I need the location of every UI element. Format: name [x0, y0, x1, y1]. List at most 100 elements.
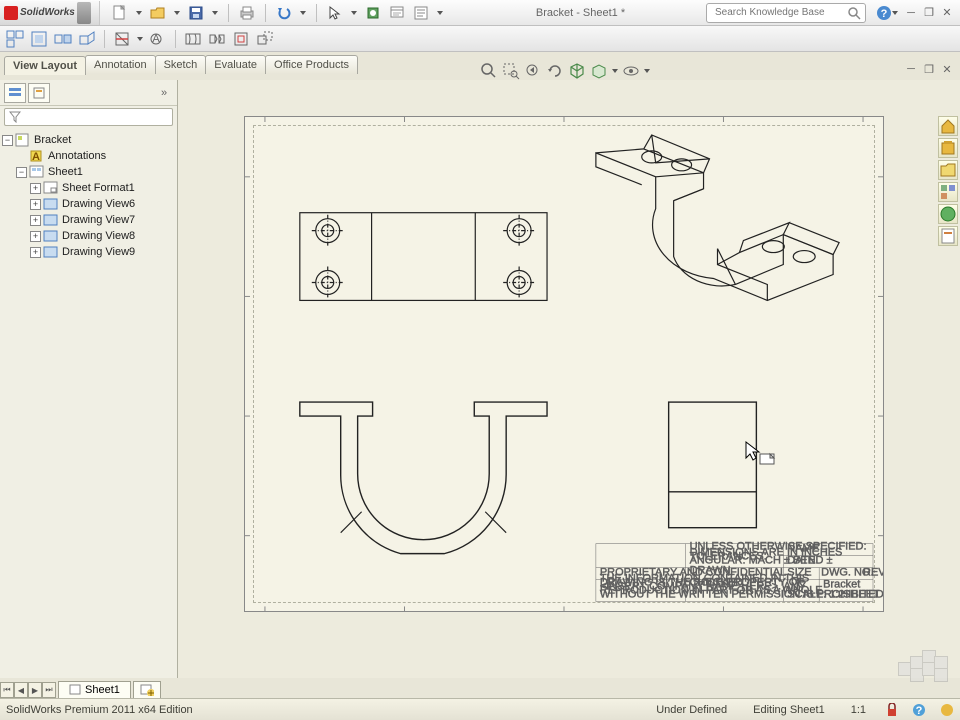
doc-close-button[interactable]: ✕: [940, 62, 954, 76]
app-name: SolidWorks: [20, 7, 75, 18]
break-icon[interactable]: [208, 30, 226, 48]
tree-view6[interactable]: + Drawing View6: [2, 196, 175, 212]
display-style-icon[interactable]: [590, 62, 608, 80]
tree-sheet-format[interactable]: + Sheet Format1: [2, 180, 175, 196]
doc-minimize-button[interactable]: ─: [904, 62, 918, 76]
app-menu-dropdown[interactable]: [77, 2, 91, 24]
tab-annotation[interactable]: Annotation: [85, 55, 156, 74]
file-explorer-tab[interactable]: [938, 160, 958, 180]
feature-tree: − Bracket A Annotations − Sheet1 + Sheet…: [0, 128, 177, 264]
rebuild-icon[interactable]: [365, 5, 381, 21]
property-tab[interactable]: [28, 83, 50, 103]
crop-view-icon[interactable]: [232, 30, 250, 48]
expand-icon[interactable]: −: [16, 167, 27, 178]
properties-icon[interactable]: [413, 5, 429, 21]
search-icon[interactable]: [847, 5, 861, 21]
tab-sketch[interactable]: Sketch: [155, 55, 207, 74]
expand-icon[interactable]: +: [30, 231, 41, 242]
drawing-view-icon: [43, 229, 59, 243]
tab-evaluate[interactable]: Evaluate: [205, 55, 266, 74]
standard-3view-icon[interactable]: [6, 30, 24, 48]
sheet-nav-prev[interactable]: ◀: [14, 682, 28, 698]
design-library-tab[interactable]: [938, 138, 958, 158]
resources-tab[interactable]: [938, 116, 958, 136]
status-lock-icon[interactable]: [886, 703, 898, 717]
status-bar: SolidWorks Premium 2011 x64 Edition Unde…: [0, 698, 960, 720]
tree-filter-box[interactable]: [4, 108, 173, 126]
zoom-area-icon[interactable]: [502, 62, 520, 80]
minimize-button[interactable]: ─: [904, 6, 918, 20]
print-icon[interactable]: [239, 5, 255, 21]
auxiliary-view-icon[interactable]: [78, 30, 96, 48]
tree-sheet1[interactable]: − Sheet1: [2, 164, 175, 180]
tab-office-products[interactable]: Office Products: [265, 55, 358, 74]
prev-view-icon[interactable]: [524, 62, 542, 80]
undo-dropdown[interactable]: [300, 5, 306, 21]
save-icon[interactable]: [188, 5, 204, 21]
new-icon[interactable]: [112, 5, 128, 21]
tree-root[interactable]: − Bracket: [2, 132, 175, 148]
3d-views-icon[interactable]: [568, 62, 586, 80]
task-pane: [938, 116, 960, 246]
help-icon[interactable]: ?: [876, 5, 892, 21]
alternate-pos-icon[interactable]: [256, 30, 274, 48]
feature-tree-tab[interactable]: [4, 83, 26, 103]
expand-icon[interactable]: −: [2, 135, 13, 146]
tab-view-layout[interactable]: View Layout: [4, 56, 86, 75]
sheet-format-icon: [43, 181, 59, 195]
quick-access-toolbar: [100, 4, 455, 22]
svg-text:SIZE: SIZE: [787, 567, 811, 579]
open-dropdown[interactable]: [174, 5, 180, 21]
detail-view-icon[interactable]: A: [149, 30, 167, 48]
sheet-nav-last[interactable]: ⏭: [42, 682, 56, 698]
doc-restore-button[interactable]: ❐: [922, 62, 936, 76]
status-scale[interactable]: 1:1: [845, 703, 872, 717]
svg-text:?: ?: [881, 8, 888, 20]
tree-view9[interactable]: + Drawing View9: [2, 244, 175, 260]
select-dropdown[interactable]: [351, 5, 357, 21]
restore-button[interactable]: ❐: [922, 6, 936, 20]
help-dropdown[interactable]: [892, 5, 898, 21]
broken-out-icon[interactable]: [184, 30, 202, 48]
isometric-view: [596, 135, 839, 300]
save-dropdown[interactable]: [212, 5, 218, 21]
rotate-icon[interactable]: [546, 62, 564, 80]
hide-show-icon[interactable]: [622, 62, 640, 80]
new-dropdown[interactable]: [136, 5, 142, 21]
close-button[interactable]: ✕: [940, 6, 954, 20]
select-icon[interactable]: [327, 5, 343, 21]
status-rebuild-icon[interactable]: [940, 703, 954, 717]
expand-icon[interactable]: +: [30, 183, 41, 194]
expand-icon[interactable]: +: [30, 247, 41, 258]
add-sheet-tab[interactable]: [133, 681, 161, 698]
open-icon[interactable]: [150, 5, 166, 21]
sheet-nav-next[interactable]: ▶: [28, 682, 42, 698]
sheet-tab-1[interactable]: Sheet1: [58, 681, 131, 698]
zoom-fit-icon[interactable]: [480, 62, 498, 80]
search-box[interactable]: [706, 3, 866, 23]
tree-view7[interactable]: + Drawing View7: [2, 212, 175, 228]
svg-text:NAME: NAME: [787, 543, 819, 555]
undo-icon[interactable]: [276, 5, 292, 21]
appearances-tab[interactable]: [938, 204, 958, 224]
view-palette-tab[interactable]: [938, 182, 958, 202]
display-dropdown[interactable]: [612, 63, 618, 79]
annotations-icon: A: [29, 149, 45, 163]
drawing-canvas[interactable]: PROPRIETARY AND CONFIDENTIAL THE INFORMA…: [178, 80, 960, 690]
properties-dropdown[interactable]: [437, 5, 443, 21]
projected-view-icon[interactable]: [54, 30, 72, 48]
expand-icon[interactable]: +: [30, 215, 41, 226]
model-view-icon[interactable]: [30, 30, 48, 48]
custom-props-tab[interactable]: [938, 226, 958, 246]
panel-collapse-button[interactable]: »: [155, 86, 173, 100]
section-view-icon[interactable]: [113, 30, 131, 48]
tree-view8[interactable]: + Drawing View8: [2, 228, 175, 244]
status-help-icon[interactable]: ?: [912, 703, 926, 717]
section-dropdown[interactable]: [137, 31, 143, 47]
tree-annotations[interactable]: A Annotations: [2, 148, 175, 164]
hide-show-dropdown[interactable]: [644, 63, 650, 79]
search-input[interactable]: [715, 7, 847, 18]
expand-icon[interactable]: +: [30, 199, 41, 210]
sheet-nav-first[interactable]: ⏮: [0, 682, 14, 698]
options-icon[interactable]: [389, 5, 405, 21]
